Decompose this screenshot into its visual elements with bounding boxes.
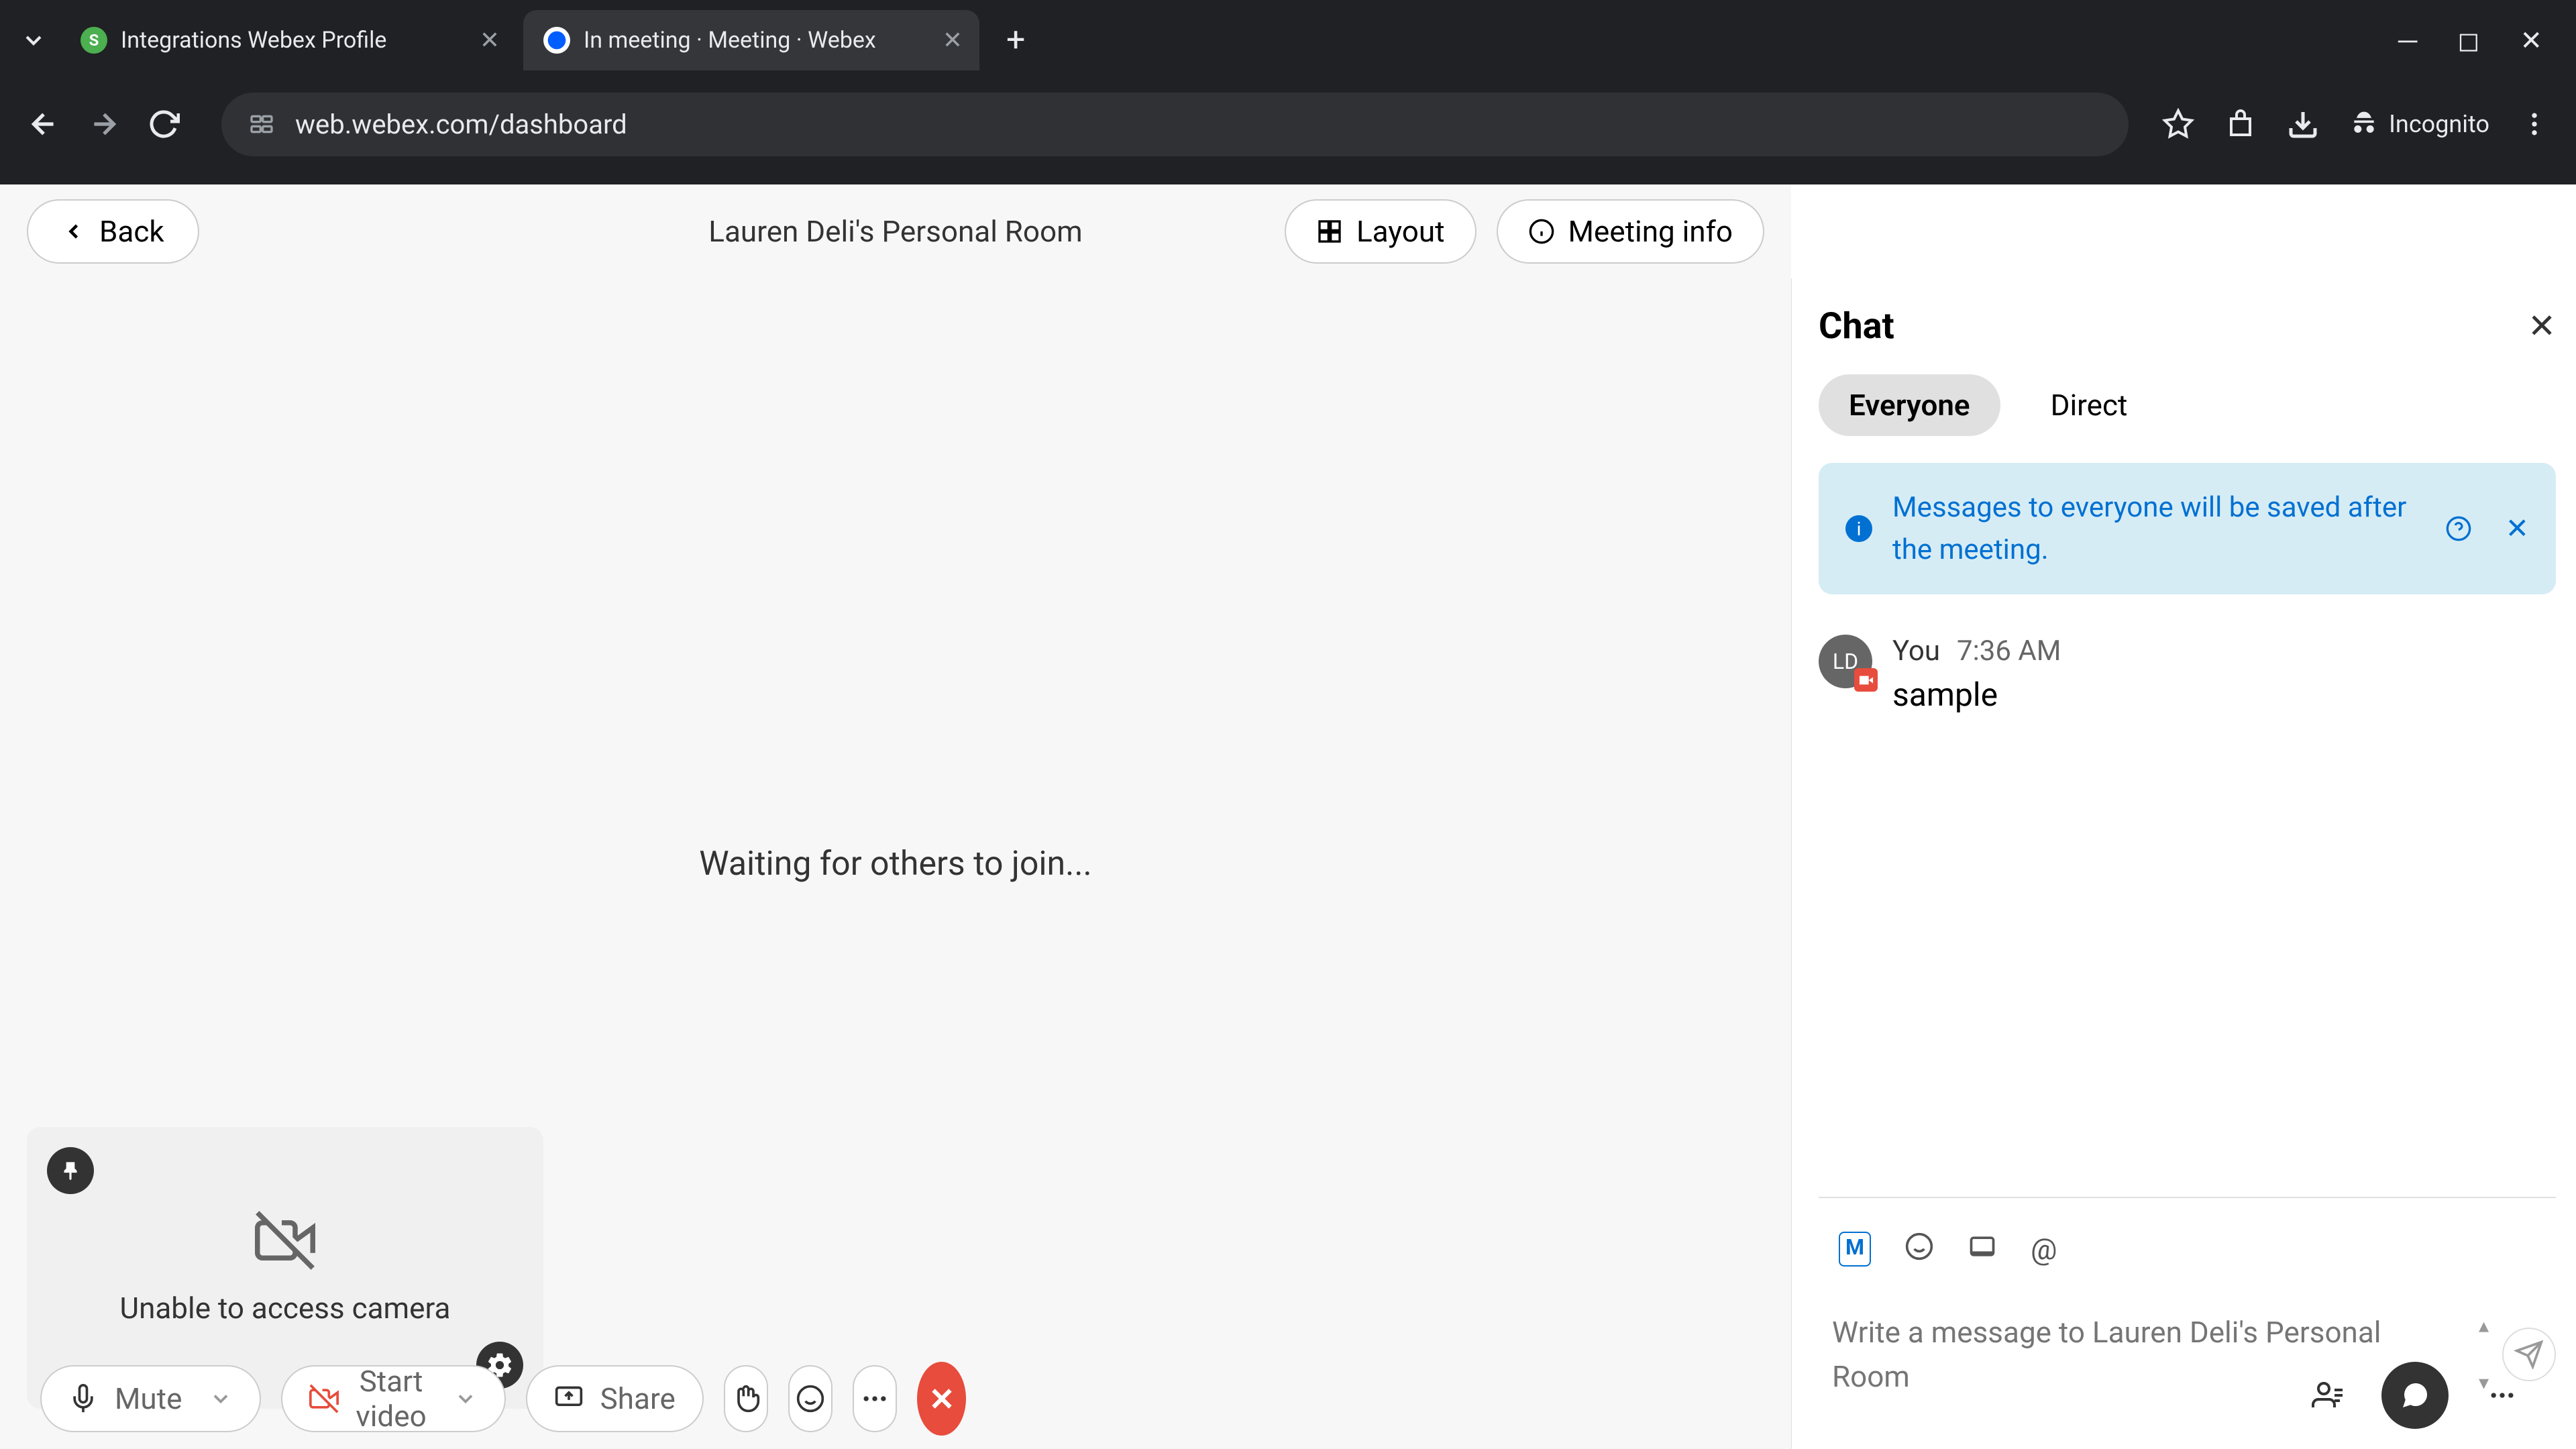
bookmark-icon[interactable] <box>2162 108 2194 140</box>
forward-icon[interactable] <box>87 107 127 141</box>
video-area: Waiting for others to join... Unable to … <box>0 278 1791 1449</box>
avatar: LD <box>1819 635 1872 688</box>
panel-options-button[interactable] <box>2469 1362 2536 1429</box>
main-video-area: Back Lauren Deli's Personal Room Layout … <box>0 184 1791 1449</box>
chat-header: Chat ✕ <box>1819 305 2556 347</box>
back-label: Back <box>99 214 164 249</box>
mention-icon[interactable]: @ <box>2031 1232 2057 1267</box>
leave-button[interactable] <box>917 1362 966 1436</box>
tab-everyone[interactable]: Everyone <box>1819 374 2000 436</box>
gif-icon[interactable] <box>1968 1232 1997 1267</box>
message-content: You 7:36 AM sample <box>1892 635 2556 714</box>
help-icon[interactable] <box>2445 515 2472 542</box>
chat-panel: Chat ✕ Everyone Direct i Messages to eve… <box>1791 278 2576 1449</box>
header-actions: Layout Meeting info <box>1285 199 1764 264</box>
chat-toggle-button[interactable] <box>2381 1362 2449 1429</box>
meeting-info-button[interactable]: Meeting info <box>1497 199 1764 264</box>
controls-bar: Mute Start video Share <box>0 1348 1006 1449</box>
raise-hand-button[interactable] <box>724 1365 768 1432</box>
new-tab-button[interactable]: + <box>986 21 1045 60</box>
start-video-button[interactable]: Start video <box>281 1365 505 1432</box>
tab-meeting[interactable]: In meeting · Meeting · Webex ✕ <box>523 10 979 70</box>
markdown-icon[interactable]: M <box>1839 1232 1871 1267</box>
url-text: web.webex.com/dashboard <box>295 109 627 140</box>
message-text: sample <box>1892 676 2556 714</box>
video-label: Start video <box>356 1364 426 1434</box>
share-label: Share <box>600 1381 676 1416</box>
meeting-container: Back Lauren Deli's Personal Room Layout … <box>0 184 2576 1449</box>
camera-off-icon <box>255 1210 315 1271</box>
close-chat-button[interactable]: ✕ <box>2528 307 2556 346</box>
mute-button[interactable]: Mute <box>40 1365 261 1432</box>
notice-text: Messages to everyone will be saved after… <box>1892 486 2425 571</box>
camera-error-text: Unable to access camera <box>120 1291 451 1326</box>
right-controls <box>2294 1362 2536 1429</box>
address-actions: Incognito <box>2162 108 2549 140</box>
favicon-icon <box>543 27 570 54</box>
url-bar[interactable]: web.webex.com/dashboard <box>221 93 2129 156</box>
favicon-icon: S <box>80 27 107 54</box>
pin-button[interactable] <box>47 1147 94 1194</box>
close-icon[interactable]: ✕ <box>943 26 963 54</box>
layout-button[interactable]: Layout <box>1285 199 1477 264</box>
reactions-button[interactable] <box>788 1365 833 1432</box>
room-title: Lauren Deli's Personal Room <box>708 214 1082 249</box>
chat-title: Chat <box>1819 305 1894 347</box>
tab-search-dropdown[interactable] <box>13 20 54 60</box>
more-options-button[interactable] <box>853 1365 897 1432</box>
info-label: Meeting info <box>1568 214 1733 249</box>
waiting-text: Waiting for others to join... <box>699 845 1091 883</box>
close-window-icon[interactable]: ✕ <box>2520 25 2542 56</box>
tab-title: Integrations Webex Profile <box>121 27 386 54</box>
divider <box>1819 1197 2556 1198</box>
chat-message: LD You 7:36 AM sample <box>1819 635 2556 714</box>
incognito-badge[interactable]: Incognito <box>2349 109 2489 139</box>
meeting-header: Back Lauren Deli's Personal Room Layout … <box>0 184 1791 278</box>
tab-integrations[interactable]: S Integrations Webex Profile ✕ <box>60 10 517 70</box>
tab-title: In meeting · Meeting · Webex <box>584 27 876 54</box>
window-controls: ─ ◻ ✕ <box>2398 25 2563 56</box>
tab-bar: S Integrations Webex Profile ✕ In meetin… <box>0 0 2576 80</box>
chevron-down-icon[interactable] <box>209 1387 233 1411</box>
maximize-icon[interactable]: ◻ <box>2457 25 2479 56</box>
menu-icon[interactable] <box>2520 109 2549 139</box>
host-badge-icon <box>1854 668 1878 692</box>
chat-notice: i Messages to everyone will be saved aft… <box>1819 463 2556 594</box>
participants-button[interactable] <box>2294 1362 2361 1429</box>
browser-chrome: S Integrations Webex Profile ✕ In meetin… <box>0 0 2576 184</box>
layout-label: Layout <box>1356 214 1445 249</box>
mute-label: Mute <box>115 1381 182 1416</box>
close-icon[interactable]: ✕ <box>480 26 500 54</box>
chat-toolbar: M @ <box>1819 1218 2556 1280</box>
share-button[interactable]: Share <box>526 1365 704 1432</box>
message-time: 7:36 AM <box>1957 635 2061 667</box>
reload-icon[interactable] <box>148 108 188 140</box>
chat-tabs: Everyone Direct <box>1819 374 2556 436</box>
close-notice-button[interactable]: ✕ <box>2506 512 2529 545</box>
site-settings-icon[interactable] <box>248 111 275 138</box>
chevron-down-icon[interactable] <box>453 1387 478 1411</box>
back-button[interactable]: Back <box>27 199 199 264</box>
minimize-icon[interactable]: ─ <box>2398 25 2417 56</box>
info-icon: i <box>1845 515 1872 542</box>
video-off-icon <box>309 1384 339 1413</box>
extensions-icon[interactable] <box>2224 108 2257 140</box>
downloads-icon[interactable] <box>2287 108 2319 140</box>
tab-direct[interactable]: Direct <box>2021 374 2158 436</box>
message-header: You 7:36 AM <box>1892 635 2556 667</box>
incognito-label: Incognito <box>2389 110 2489 138</box>
emoji-icon[interactable] <box>1904 1232 1934 1267</box>
address-bar: web.webex.com/dashboard Incognito <box>7 80 2569 168</box>
message-sender: You <box>1892 635 1940 667</box>
back-icon[interactable] <box>27 107 67 141</box>
